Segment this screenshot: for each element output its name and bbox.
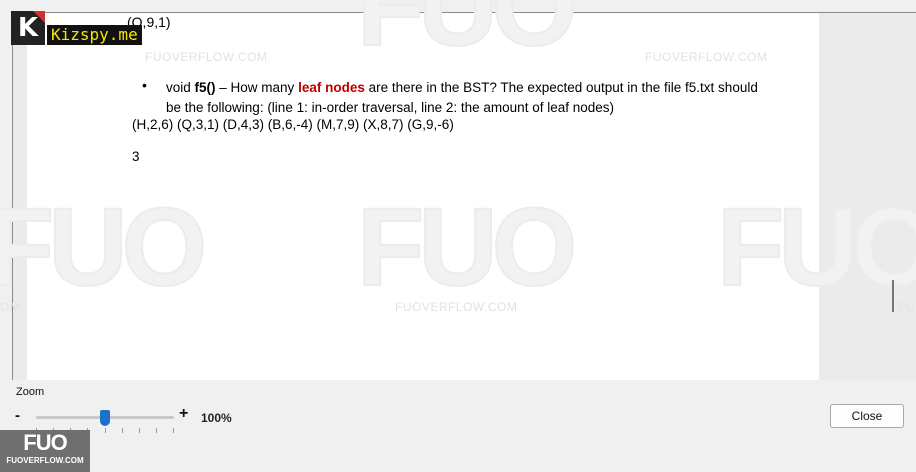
zoom-value: 100% <box>201 411 232 425</box>
zoom-slider-thumb[interactable] <box>100 410 110 426</box>
watermark-site-text: FUOVERFLOW.COM <box>145 50 268 64</box>
bullet-prefix: void <box>166 80 195 95</box>
close-button[interactable]: Close <box>830 404 904 428</box>
watermark-logo: FUO <box>0 186 208 309</box>
bullet-dash: – How many <box>215 80 299 95</box>
corner-logo-mark: FUO <box>23 430 67 455</box>
logo-k-icon: K <box>11 11 45 45</box>
watermark-logo: FUO <box>716 186 916 309</box>
zoom-in-button[interactable]: + <box>179 405 188 423</box>
vertical-scrollbar[interactable] <box>892 280 894 312</box>
watermark-logo: FUO <box>356 186 578 309</box>
logo-name: Kizspy.me <box>47 25 142 45</box>
corner-logo-site: FUOVERFLOW.COM <box>6 456 84 465</box>
answer-text: 3 <box>132 149 140 164</box>
kizspy-logo: K Kizspy.me <box>11 11 143 45</box>
zoom-label: Zoom <box>16 386 45 398</box>
data-line: (H,2,6) (Q,3,1) (D,4,3) (B,6,-4) (M,7,9)… <box>132 117 454 132</box>
watermark-edge-text: FU <box>898 300 915 314</box>
function-name: f5() <box>194 80 216 95</box>
watermark-logo: FUO <box>356 0 578 69</box>
highlight-text: leaf nodes <box>298 80 365 95</box>
fuoverflow-corner-logo: FUO FUOVERFLOW.COM <box>0 430 90 472</box>
watermark-edge-text: OM <box>0 300 21 314</box>
watermark-site-text: FUOVERFLOW.COM <box>645 50 768 64</box>
question-paragraph: void f5() – How many leaf nodes are ther… <box>166 78 766 118</box>
zoom-out-button[interactable]: - <box>15 407 20 424</box>
document-page: FUOVERFLOW.COM FUOVERFLOW.COM FUOVERFLOW… <box>0 0 916 380</box>
bullet-icon: • <box>142 77 147 93</box>
